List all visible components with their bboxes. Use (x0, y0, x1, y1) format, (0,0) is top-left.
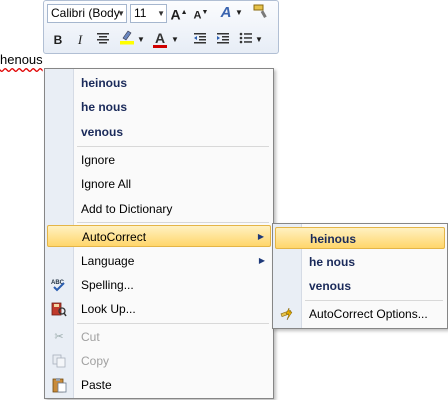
suggestion-he-nous[interactable]: he nous (47, 96, 271, 118)
autocorrect-menu-item[interactable]: AutoCorrect ▶ (47, 225, 271, 247)
highlight-button[interactable] (117, 29, 137, 49)
increase-indent-button[interactable] (213, 30, 233, 50)
chevron-down-icon[interactable]: ▼ (254, 30, 264, 50)
font-color-button[interactable]: A (150, 28, 170, 48)
menu-separator (77, 146, 269, 147)
bold-button[interactable]: B (48, 30, 68, 50)
menu-item-label: Add to Dictionary (81, 202, 173, 216)
spelling-context-menu: heinous he nous venous Ignore Ignore All… (44, 68, 274, 399)
shrink-font-button[interactable]: A▼ (191, 3, 211, 23)
menu-item-label: Language (81, 254, 135, 268)
styles-button[interactable]: A (216, 3, 236, 23)
submenu-arrow-icon: ▶ (258, 256, 265, 265)
autocorrect-options-menu-item[interactable]: AutoCorrect Options... (275, 303, 445, 325)
language-menu-item[interactable]: Language ▶ (47, 250, 271, 272)
look-up-menu-item[interactable]: Look Up... (47, 298, 271, 320)
decrease-indent-icon (194, 33, 206, 44)
autocorrect-suggestion-heinous[interactable]: heinous (275, 227, 445, 249)
font-size-value: 11 (134, 6, 147, 20)
autocorrect-suggestion-venous[interactable]: venous (275, 275, 445, 297)
font-name-combobox[interactable]: Calibri (Body ▼ (47, 4, 127, 23)
chevron-down-icon[interactable]: ▼ (234, 3, 244, 23)
italic-icon: I (77, 32, 83, 47)
font-size-combobox[interactable]: 11 ▼ (130, 4, 167, 23)
increase-indent-icon (217, 33, 229, 44)
autocorrect-submenu: heinous he nous venous AutoCorrect Optio… (272, 223, 448, 329)
menu-item-label: AutoCorrect (82, 230, 147, 244)
submenu-arrow-icon: ▶ (257, 232, 264, 241)
menu-item-label: Cut (81, 330, 100, 344)
menu-item-label: Paste (81, 378, 112, 392)
ignore-menu-item[interactable]: Ignore (47, 149, 271, 171)
italic-button[interactable]: I (70, 30, 90, 50)
menu-separator (77, 222, 269, 223)
center-align-icon (97, 33, 109, 44)
menu-item-label: Look Up... (81, 302, 136, 316)
bullets-icon (239, 32, 252, 44)
menu-item-label: Spelling... (81, 278, 134, 292)
autocorrect-suggestion-he-nous[interactable]: he nous (275, 251, 445, 273)
menu-item-label: he nous (309, 255, 356, 269)
misspelled-word[interactable]: henous (0, 52, 43, 67)
highlighter-icon (120, 30, 134, 45)
menu-item-label: venous (309, 279, 352, 293)
format-painter-button[interactable] (250, 3, 270, 23)
chevron-down-icon[interactable]: ▼ (157, 7, 165, 21)
chevron-down-icon[interactable]: ▼ (136, 30, 146, 50)
menu-item-label: heinous (81, 76, 128, 90)
spelling-menu-item[interactable]: ABC Spelling... (47, 274, 271, 296)
font-color-icon: A (154, 30, 166, 46)
cut-menu-item[interactable]: ✂ Cut (47, 326, 271, 348)
font-name-value: Calibri (Body (51, 6, 120, 20)
menu-item-label: AutoCorrect Options... (309, 307, 428, 321)
copy-menu-item[interactable]: Copy (47, 350, 271, 372)
add-to-dictionary-menu-item[interactable]: Add to Dictionary (47, 198, 271, 220)
paste-menu-item[interactable]: Paste (47, 374, 271, 396)
shrink-font-icon: A (193, 9, 202, 22)
chevron-down-icon[interactable]: ▼ (170, 30, 180, 50)
paste-clipboard-icon (51, 377, 67, 393)
menu-item-label: venous (81, 125, 124, 139)
chevron-down-icon[interactable]: ▼ (117, 7, 125, 21)
grow-font-button[interactable]: A▲ (169, 3, 189, 23)
menu-item-label: heinous (310, 232, 357, 246)
menu-item-label: he nous (81, 100, 128, 114)
menu-item-label: Ignore (81, 153, 116, 167)
scissors-icon: ✂ (54, 331, 64, 343)
menu-item-label: Ignore All (81, 177, 132, 191)
font-color-bar (153, 45, 167, 48)
menu-separator (305, 300, 443, 301)
bold-icon: B (53, 33, 63, 47)
menu-item-label: Copy (81, 354, 110, 368)
autocorrect-lightning-icon (279, 306, 295, 322)
suggestion-heinous[interactable]: heinous (47, 72, 271, 94)
grow-font-icon: A (170, 6, 181, 23)
copy-icon (51, 353, 67, 369)
spelling-check-icon: ABC (51, 277, 67, 293)
mini-toolbar: Calibri (Body ▼ 11 ▼ A▲ A▼ A ▼ B I ▼ A ▼… (43, 0, 279, 54)
center-align-button[interactable] (93, 30, 113, 50)
format-painter-icon (253, 4, 267, 18)
decrease-indent-button[interactable] (190, 30, 210, 50)
bullets-button[interactable] (236, 30, 256, 50)
menu-separator (77, 323, 269, 324)
suggestion-venous[interactable]: venous (47, 121, 271, 143)
styles-icon: A (220, 4, 232, 21)
research-book-icon (51, 301, 67, 317)
ignore-all-menu-item[interactable]: Ignore All (47, 173, 271, 195)
